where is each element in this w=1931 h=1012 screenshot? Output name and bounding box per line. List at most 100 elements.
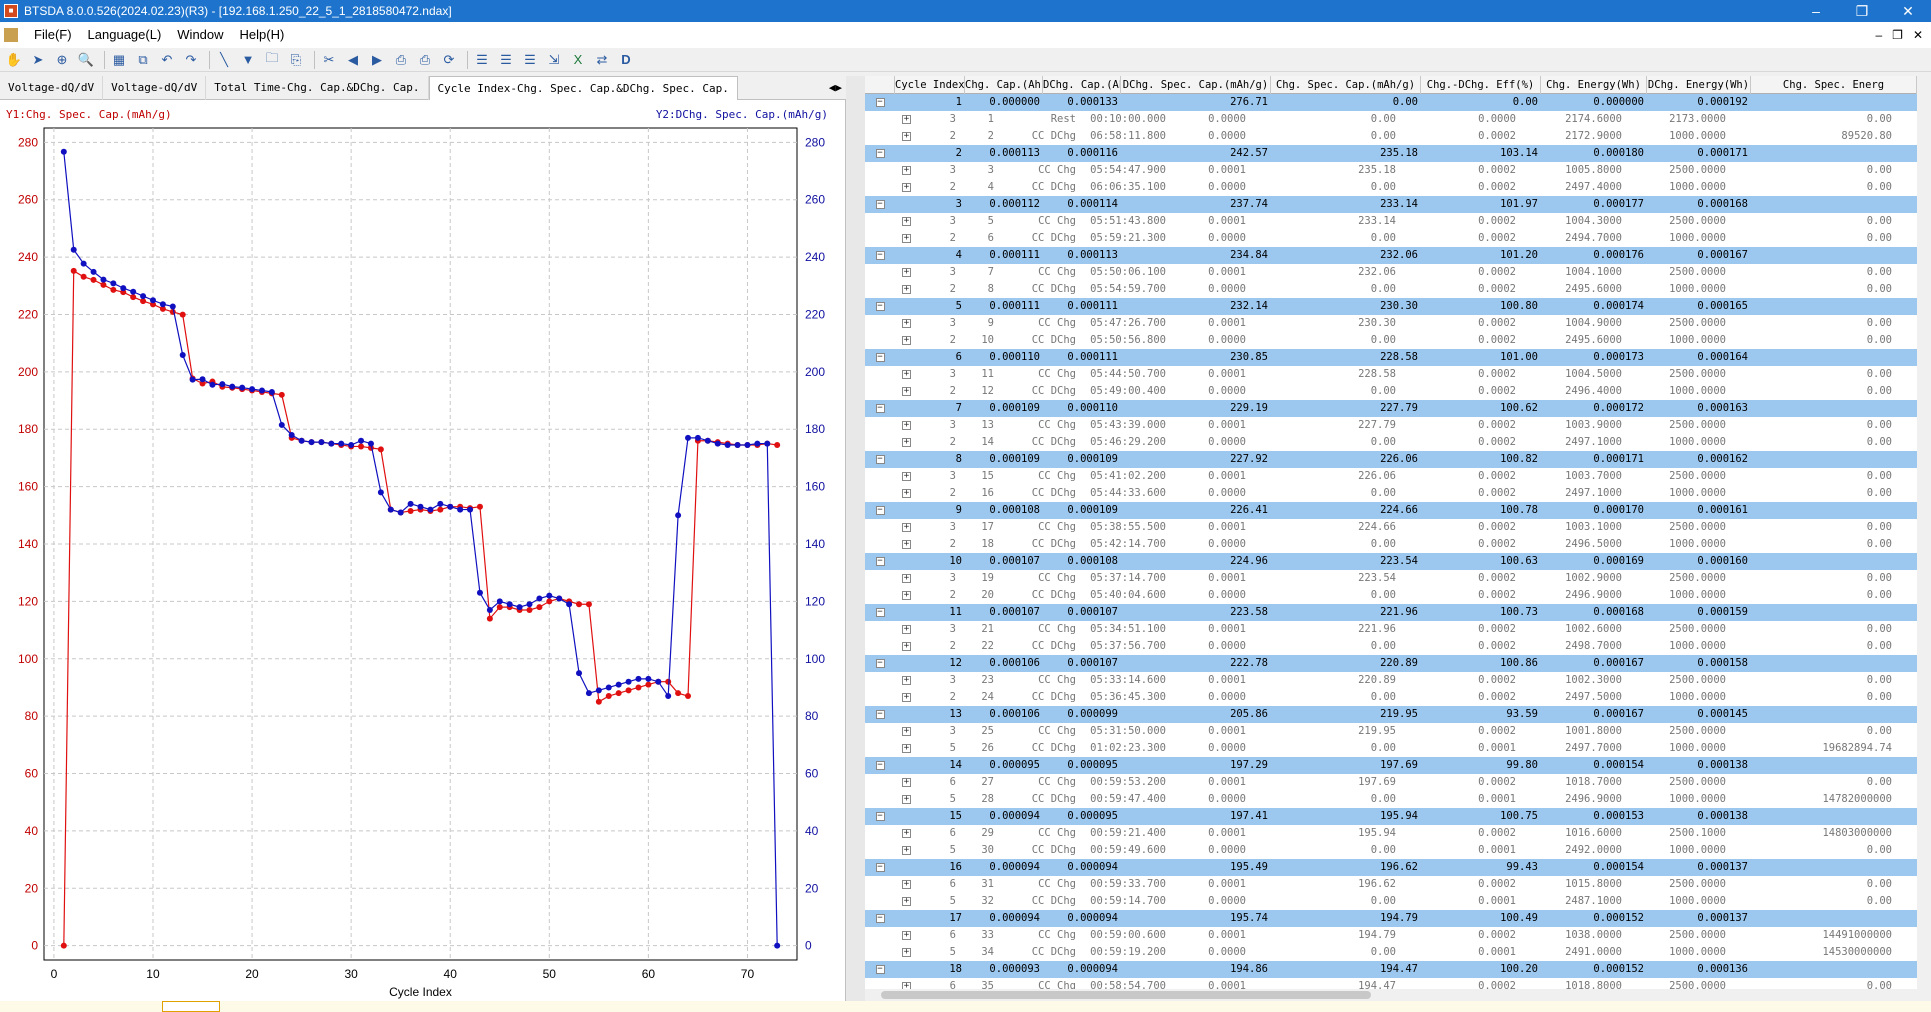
column-header[interactable]: DChg. Cap.(Ah) <box>1043 76 1121 94</box>
menu-language[interactable]: Language(L) <box>80 22 170 48</box>
expand-icon[interactable]: + <box>902 573 911 583</box>
collapse-toggle[interactable]: − <box>865 553 895 570</box>
menu-help[interactable]: Help(H) <box>232 22 293 48</box>
expand-toggle[interactable]: + <box>865 281 911 298</box>
column-header[interactable]: Chg. Spec. Energ <box>1751 76 1917 94</box>
collapse-toggle[interactable]: − <box>865 94 895 111</box>
tab-cycle-index-spec-cap[interactable]: Cycle Index-Chg. Spec. Cap.&DChg. Spec. … <box>428 76 738 100</box>
column-header[interactable]: Chg. Cap.(Ah) <box>965 76 1043 94</box>
expand-toggle[interactable]: + <box>865 434 911 451</box>
expand-toggle[interactable]: + <box>865 638 911 655</box>
step-row[interactable]: +3 5 CC Chg 05:51:43.800 0.0001 233.14 0.0002 1… <box>865 213 1917 230</box>
expand-icon[interactable]: + <box>902 335 911 345</box>
expand-toggle[interactable]: + <box>865 672 911 689</box>
refresh-icon[interactable]: ⟳ <box>439 50 459 70</box>
table-list-icon[interactable]: ☰ <box>496 50 516 70</box>
expand-icon[interactable]: + <box>902 488 911 498</box>
cycle-row[interactable]: − 3 0.000112 0.000114 237.74 233.14 101.97 0.00… <box>865 196 1917 213</box>
step-row[interactable]: +5 26 CC DChg 01:02:23.300 0.0000 0.00 0.0001 2… <box>865 740 1917 757</box>
step-row[interactable]: +6 31 CC Chg 00:59:33.700 0.0001 196.62 0.0002… <box>865 876 1917 893</box>
step-row[interactable]: +3 17 CC Chg 05:38:55.500 0.0001 224.66 0.0002… <box>865 519 1917 536</box>
collapse-toggle[interactable]: − <box>865 349 895 366</box>
step-row[interactable]: +3 25 CC Chg 05:31:50.000 0.0001 219.95 0.0002… <box>865 723 1917 740</box>
expand-icon[interactable]: + <box>902 726 911 736</box>
menu-file[interactable]: File(F) <box>26 22 80 48</box>
collapse-icon[interactable]: − <box>875 964 885 974</box>
collapse-icon[interactable]: − <box>875 505 885 515</box>
collapse-icon[interactable]: − <box>875 658 885 668</box>
copy-icon[interactable]: ⎘ <box>286 50 306 70</box>
expand-toggle[interactable]: + <box>865 791 911 808</box>
collapse-toggle[interactable]: − <box>865 400 895 417</box>
tab-voltage-dqdv-1[interactable]: Voltage-dQ/dV <box>0 76 104 100</box>
collapse-toggle[interactable]: − <box>865 655 895 672</box>
cycle-row[interactable]: − 10 0.000107 0.000108 224.96 223.54 100.63 0.0… <box>865 553 1917 570</box>
expand-toggle[interactable]: + <box>865 213 911 230</box>
expand-toggle[interactable]: + <box>865 315 911 332</box>
collapse-icon[interactable]: − <box>875 352 885 362</box>
expand-toggle[interactable]: + <box>865 111 911 128</box>
expand-icon[interactable]: + <box>902 590 911 600</box>
table-detail-icon[interactable]: ☰ <box>520 50 540 70</box>
step-row[interactable]: +6 27 CC Chg 00:59:53.200 0.0001 197.69 0.0002… <box>865 774 1917 791</box>
expand-icon[interactable]: + <box>902 114 911 124</box>
step-row[interactable]: +3 9 CC Chg 05:47:26.700 0.0001 230.30 0.0002 1… <box>865 315 1917 332</box>
collapse-icon[interactable]: − <box>875 454 885 464</box>
collapse-toggle[interactable]: − <box>865 757 895 774</box>
expand-toggle[interactable]: + <box>865 264 911 281</box>
expand-icon[interactable]: + <box>902 845 911 855</box>
collapse-icon[interactable]: − <box>875 862 885 872</box>
expand-toggle[interactable]: + <box>865 927 911 944</box>
capacity-chart[interactable]: 0 020 2040 4060 6080 80100 100120 120140 140160 1… <box>0 100 845 1000</box>
open-folder-icon[interactable]: 🗀 <box>262 50 282 70</box>
cycle-row[interactable]: − 7 0.000109 0.000110 229.19 227.79 100.62 0.00… <box>865 400 1917 417</box>
zoom-icon[interactable]: 🔍 <box>76 50 96 70</box>
cycle-row[interactable]: − 8 0.000109 0.000109 227.92 226.06 100.82 0.00… <box>865 451 1917 468</box>
tab-voltage-dqdv-2[interactable]: Voltage-dQ/dV <box>103 76 207 100</box>
table-layout-icon[interactable]: ☰ <box>472 50 492 70</box>
step-row[interactable]: +2 12 CC DChg 05:49:00.400 0.0000 0.00 0.0002 2… <box>865 383 1917 400</box>
step-row[interactable]: +2 24 CC DChg 05:36:45.300 0.0000 0.00 0.0002 2… <box>865 689 1917 706</box>
step-row[interactable]: +3 7 CC Chg 05:50:06.100 0.0001 232.06 0.0002 1… <box>865 264 1917 281</box>
d-icon[interactable]: D <box>616 50 636 70</box>
expand-icon[interactable]: + <box>902 369 911 379</box>
document-icon[interactable] <box>4 28 18 42</box>
line-tool-icon[interactable]: ╲ <box>214 50 234 70</box>
expand-icon[interactable]: + <box>902 471 911 481</box>
collapse-icon[interactable]: − <box>875 913 885 923</box>
expand-toggle[interactable]: + <box>865 366 911 383</box>
expand-toggle[interactable]: + <box>865 128 911 145</box>
collapse-toggle[interactable]: − <box>865 502 895 519</box>
cycle-row[interactable]: − 9 0.000108 0.000109 226.41 224.66 100.78 0.00… <box>865 502 1917 519</box>
minimize-button[interactable]: – <box>1793 0 1839 22</box>
column-header[interactable] <box>865 76 895 94</box>
print-icon[interactable]: ⎙ <box>391 50 411 70</box>
step-row[interactable]: +3 15 CC Chg 05:41:02.200 0.0001 226.06 0.0002… <box>865 468 1917 485</box>
collapse-toggle[interactable]: − <box>865 145 895 162</box>
cycle-row[interactable]: − 12 0.000106 0.000107 222.78 220.89 100.86 0.0… <box>865 655 1917 672</box>
step-row[interactable]: +6 33 CC Chg 00:59:00.600 0.0001 194.79 0.0002… <box>865 927 1917 944</box>
step-row[interactable]: +5 32 CC DChg 00:59:14.700 0.0000 0.00 0.0001 2… <box>865 893 1917 910</box>
mdi-restore-button[interactable]: ❐ <box>1892 28 1903 42</box>
expand-toggle[interactable]: + <box>865 723 911 740</box>
expand-toggle[interactable]: + <box>865 383 911 400</box>
cycle-row[interactable]: − 18 0.000093 0.000094 194.86 194.47 100.20 0.0… <box>865 961 1917 978</box>
expand-toggle[interactable]: + <box>865 485 911 502</box>
cycle-row[interactable]: − 6 0.000110 0.000111 230.85 228.58 101.00 0.00… <box>865 349 1917 366</box>
restore-button[interactable]: ❐ <box>1839 0 1885 22</box>
expand-icon[interactable]: + <box>902 233 911 243</box>
cycle-row[interactable]: − 15 0.000094 0.000095 197.41 195.94 100.75 0.0… <box>865 808 1917 825</box>
collapse-icon[interactable]: − <box>875 97 885 107</box>
expand-icon[interactable]: + <box>902 624 911 634</box>
step-row[interactable]: +2 4 CC DChg 06:06:35.100 0.0000 0.00 0.0002 24… <box>865 179 1917 196</box>
close-button[interactable]: ✕ <box>1885 0 1931 22</box>
expand-toggle[interactable]: + <box>865 587 911 604</box>
step-row[interactable]: +3 19 CC Chg 05:37:14.700 0.0001 223.54 0.0002… <box>865 570 1917 587</box>
hand-pan-icon[interactable]: ✋ <box>4 50 24 70</box>
expand-toggle[interactable]: + <box>865 230 911 247</box>
cycle-row[interactable]: − 13 0.000106 0.000099 205.86 219.95 93.59 0.00… <box>865 706 1917 723</box>
cycle-row[interactable]: − 17 0.000094 0.000094 195.74 194.79 100.49 0.0… <box>865 910 1917 927</box>
expand-toggle[interactable]: + <box>865 893 911 910</box>
collapse-icon[interactable]: − <box>875 301 885 311</box>
expand-icon[interactable]: + <box>902 437 911 447</box>
